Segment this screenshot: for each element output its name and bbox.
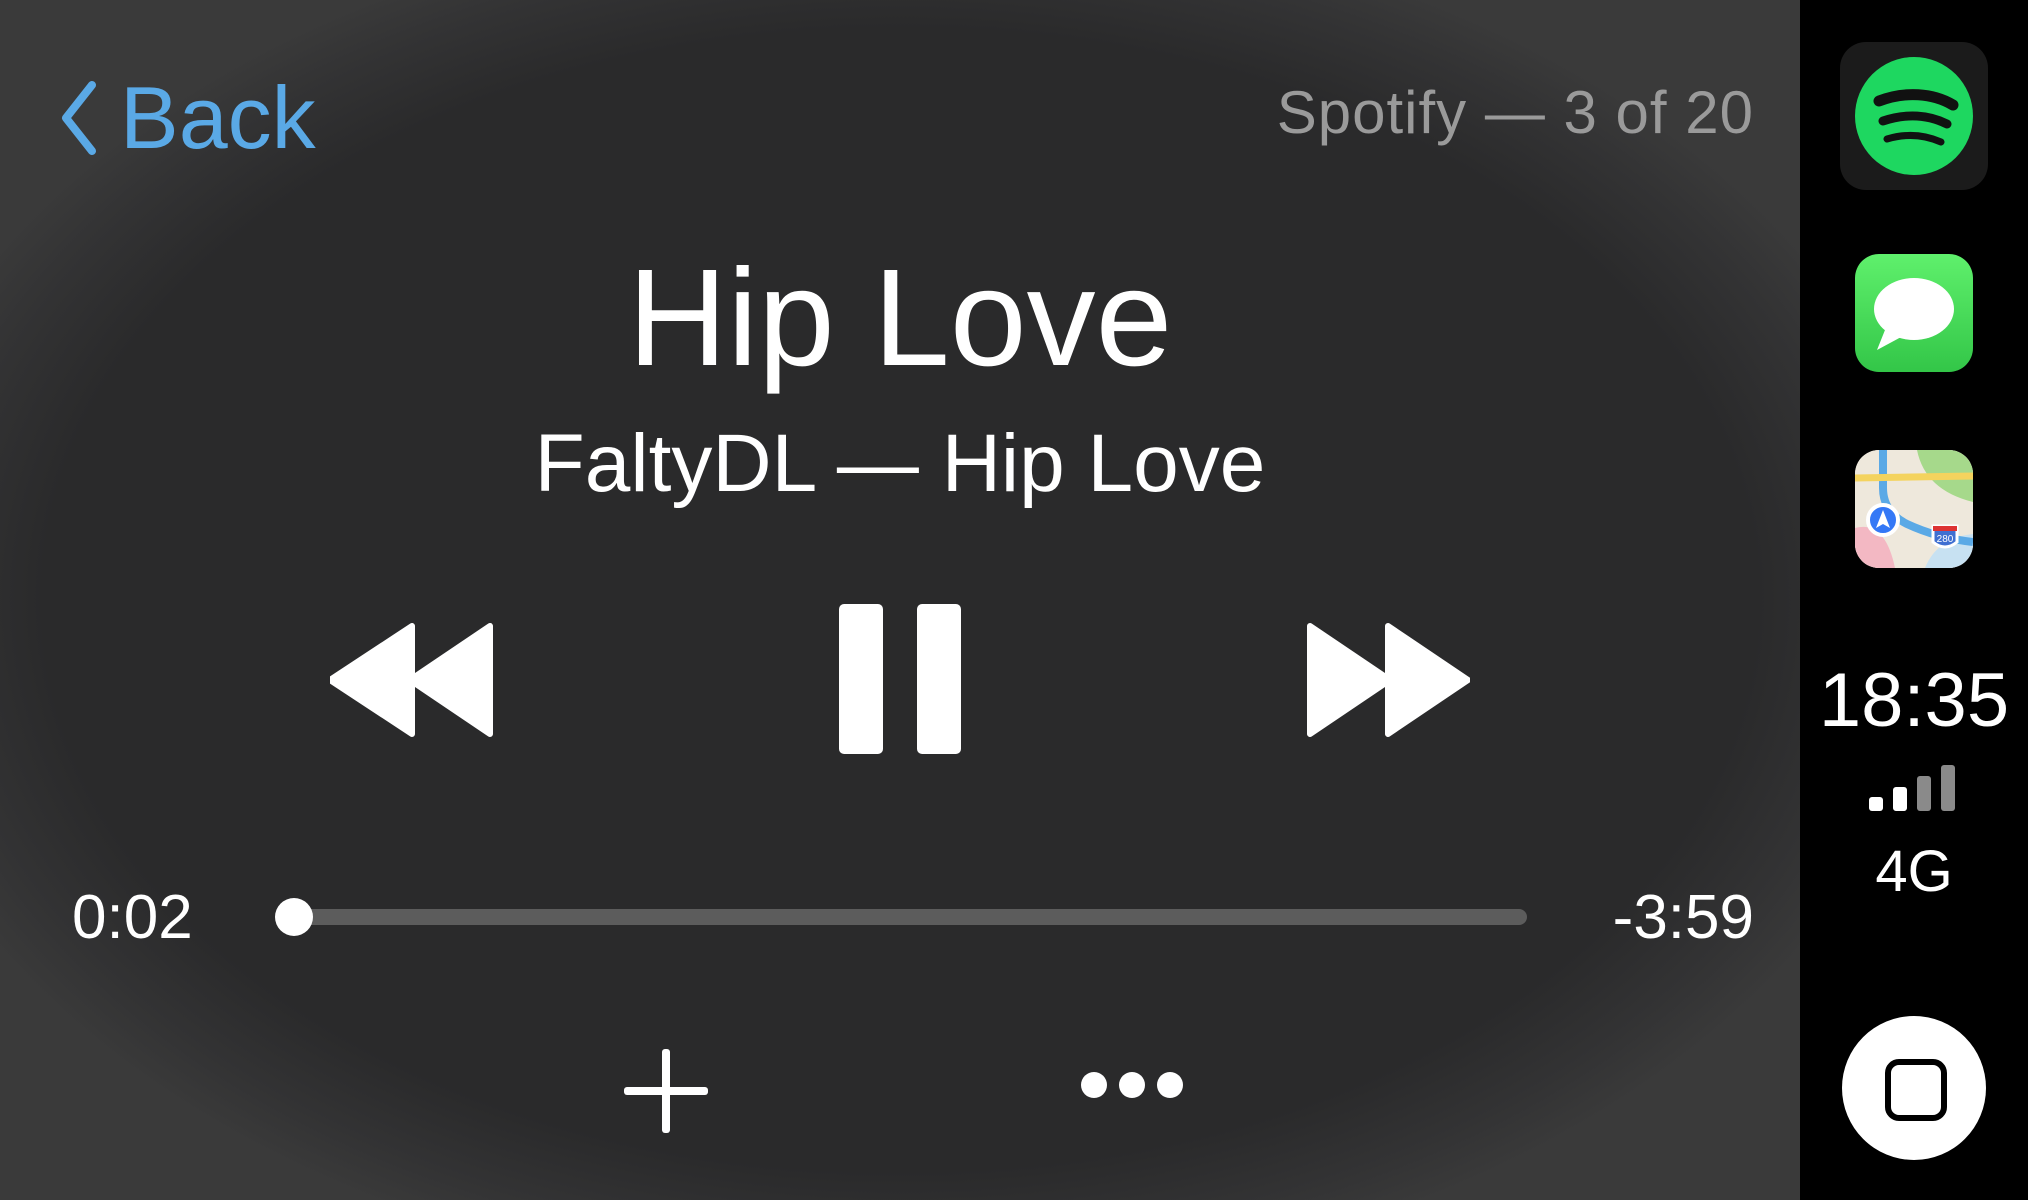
fast-forward-button[interactable]	[1305, 620, 1471, 740]
more-options-button[interactable]	[1080, 1060, 1185, 1110]
now-playing-view: Back Spotify — 3 of 20 Hip Love FaltyDL …	[0, 0, 1800, 1200]
chevron-left-icon	[62, 81, 96, 155]
back-button[interactable]: Back	[58, 68, 316, 168]
messages-app-button[interactable]	[1855, 254, 1973, 372]
maps-shield-label: 280	[1937, 534, 1954, 545]
app-grid-icon	[1885, 1059, 1947, 1121]
add-to-library-button[interactable]	[620, 1045, 712, 1137]
rewind-button[interactable]	[327, 620, 495, 740]
back-label: Back	[120, 68, 316, 167]
remaining-time: -3:59	[1612, 883, 1754, 952]
pause-button[interactable]	[835, 600, 965, 760]
fast-forward-icon	[1307, 623, 1471, 737]
carplay-screen: Back Spotify — 3 of 20 Hip Love FaltyDL …	[0, 0, 2028, 1200]
track-artist-album: FaltyDL — Hip Love	[534, 418, 1266, 509]
pause-icon	[839, 604, 961, 754]
spotify-app-button[interactable]	[1840, 42, 1988, 190]
spotify-icon	[1855, 57, 1973, 175]
home-button[interactable]	[1842, 1016, 1986, 1160]
elapsed-time: 0:02	[72, 883, 193, 952]
plus-icon	[624, 1049, 708, 1133]
ellipsis-icon	[1081, 1072, 1183, 1098]
source-queue-label: Spotify — 3 of 20	[1276, 79, 1754, 146]
messages-icon	[1874, 278, 1954, 350]
status-time: 18:35	[1818, 658, 2010, 743]
maps-app-button[interactable]: 280	[1855, 450, 1973, 568]
maps-icon: 280	[1855, 450, 1973, 568]
rewind-icon	[327, 623, 493, 737]
signal-strength-icon	[1869, 765, 1955, 811]
track-title: Hip Love	[627, 241, 1173, 395]
progress-slider[interactable]	[274, 898, 1527, 936]
progress-knob[interactable]	[274, 898, 313, 936]
network-type: 4G	[1875, 839, 1953, 904]
carplay-dock: 280 18:35 4G	[1800, 0, 2028, 1200]
